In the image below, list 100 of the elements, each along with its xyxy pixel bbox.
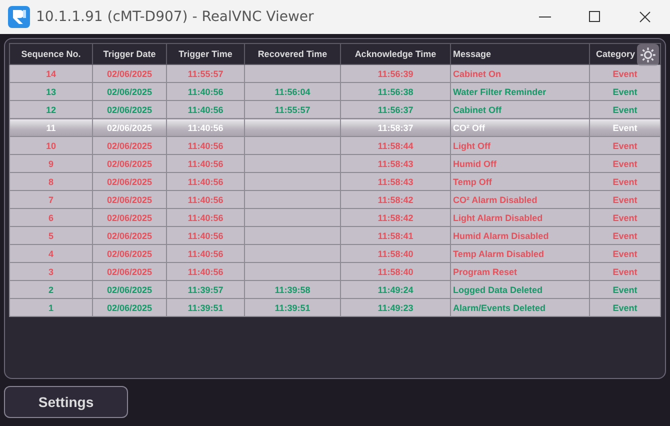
table-cell: 7 (10, 190, 92, 208)
table-cell: 11:55:57 (166, 64, 244, 82)
table-cell: 11:40:56 (166, 190, 244, 208)
table-cell: 3 (10, 262, 92, 280)
table-cell: 11:56:38 (340, 82, 450, 100)
table-cell: 11:40:56 (166, 244, 244, 262)
table-cell: Temp Alarm Disabled (450, 244, 590, 262)
table-cell: 11:40:56 (166, 172, 244, 190)
table-cell: 11:40:56 (166, 100, 244, 118)
table-cell: Event (590, 208, 660, 226)
table-cell: Event (590, 100, 660, 118)
table-cell: Humid Alarm Disabled (450, 226, 590, 244)
window-title: 10.1.1.91 (cMT-D907) - RealVNC Viewer (36, 9, 315, 25)
table-cell: 02/06/2025 (92, 100, 166, 118)
table-cell: 11:58:42 (340, 190, 450, 208)
table-cell: 14 (10, 64, 92, 82)
table-cell: 11:39:51 (244, 298, 340, 316)
column-header: Trigger Time (166, 44, 244, 64)
table-cell: 02/06/2025 (92, 208, 166, 226)
table-cell: 11:49:23 (340, 298, 450, 316)
column-header: Category (590, 44, 660, 64)
table-cell: Event (590, 190, 660, 208)
table-cell: 10 (10, 136, 92, 154)
table-cell: Event (590, 136, 660, 154)
table-cell: 11:39:58 (244, 280, 340, 298)
table-cell: Water Filter Reminder (450, 82, 590, 100)
table-cell: Event (590, 298, 660, 316)
table-cell: 9 (10, 154, 92, 172)
table-cell: 2 (10, 280, 92, 298)
table-cell: CO² Alarm Disabled (450, 190, 590, 208)
table-cell: 11:58:43 (340, 172, 450, 190)
table-cell: 11:40:56 (166, 118, 244, 136)
table-cell: 11 (10, 118, 92, 136)
table-cell: 11:40:56 (166, 82, 244, 100)
table-cell: 02/06/2025 (92, 82, 166, 100)
table-cell: 11:56:39 (340, 64, 450, 82)
table-cell: Alarm/Events Deleted (450, 298, 590, 316)
table-cell: 11:40:56 (166, 208, 244, 226)
table-cell: 02/06/2025 (92, 64, 166, 82)
table-cell: Cabinet Off (450, 100, 590, 118)
settings-button[interactable]: Settings (4, 386, 128, 418)
table-cell: 02/06/2025 (92, 298, 166, 316)
table-cell: 1 (10, 298, 92, 316)
column-header: Trigger Date (92, 44, 166, 64)
table-cell: 02/06/2025 (92, 226, 166, 244)
table-cell: 02/06/2025 (92, 154, 166, 172)
table-cell: 02/06/2025 (92, 118, 166, 136)
table-cell: 11:39:57 (166, 280, 244, 298)
table-cell: 5 (10, 226, 92, 244)
app-logo-icon (8, 6, 30, 28)
table-cell: 11:40:56 (166, 154, 244, 172)
table-cell: 02/06/2025 (92, 244, 166, 262)
table-cell: CO² Off (450, 118, 590, 136)
table-cell: 12 (10, 100, 92, 118)
table-cell: 02/06/2025 (92, 190, 166, 208)
table-cell: 02/06/2025 (92, 280, 166, 298)
table-cell: Light Alarm Disabled (450, 208, 590, 226)
table-cell: Light Off (450, 136, 590, 154)
table-cell: 02/06/2025 (92, 172, 166, 190)
table-cell: 11:40:56 (166, 136, 244, 154)
table-cell: 11:58:42 (340, 208, 450, 226)
column-header: Sequence No. (10, 44, 92, 64)
table-cell: Event (590, 262, 660, 280)
table-cell: 11:55:57 (244, 100, 340, 118)
table-cell: 6 (10, 208, 92, 226)
table-cell: 11:58:44 (340, 136, 450, 154)
table-cell: 4 (10, 244, 92, 262)
column-header: Message (450, 44, 590, 64)
close-icon (639, 11, 651, 23)
table-cell: 11:58:40 (340, 244, 450, 262)
table-cell: 11:40:56 (166, 262, 244, 280)
table-cell: Event (590, 280, 660, 298)
table-cell: 8 (10, 172, 92, 190)
table-cell: 11:56:04 (244, 82, 340, 100)
settings-icon[interactable] (637, 44, 659, 66)
table-cell: 11:58:40 (340, 262, 450, 280)
table-cell: 11:58:41 (340, 226, 450, 244)
table-cell: 02/06/2025 (92, 262, 166, 280)
table-cell: Event (590, 64, 660, 82)
table-cell: 11:49:24 (340, 280, 450, 298)
column-header: Recovered Time (244, 44, 340, 64)
table-cell: 11:39:51 (166, 298, 244, 316)
maximize-icon (589, 11, 601, 23)
table-cell: Event (590, 82, 660, 100)
table-cell: Cabinet On (450, 64, 590, 82)
table-cell: Program Reset (450, 262, 590, 280)
minimize-icon (539, 16, 551, 18)
table-cell: Logged Data Deleted (450, 280, 590, 298)
column-header: Acknowledge Time (340, 44, 450, 64)
table-cell: 11:58:37 (340, 118, 450, 136)
table-cell: Event (590, 172, 660, 190)
table-cell: Event (590, 154, 660, 172)
table-cell: 11:58:43 (340, 154, 450, 172)
table-cell: 11:40:56 (166, 226, 244, 244)
table-cell: Event (590, 244, 660, 262)
table-cell: Temp Off (450, 172, 590, 190)
table-cell: Event (590, 118, 660, 136)
table-cell: Event (590, 226, 660, 244)
table-cell: Humid Off (450, 154, 590, 172)
table-cell: 13 (10, 82, 92, 100)
